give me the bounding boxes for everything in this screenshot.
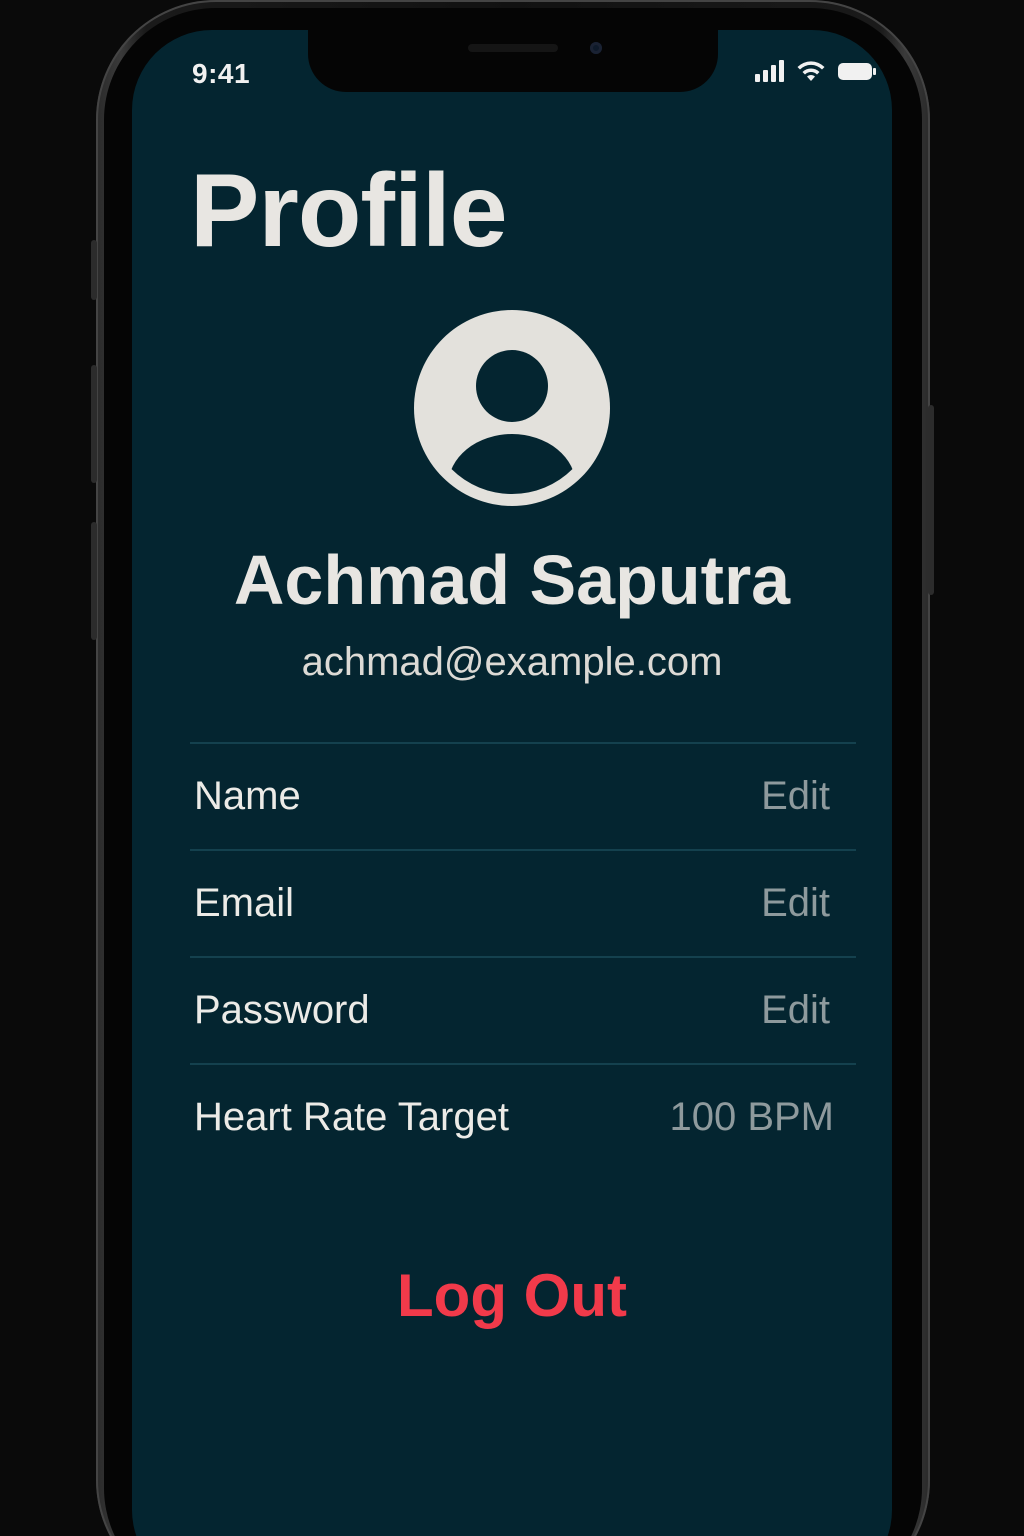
- person-circle-icon[interactable]: [414, 310, 610, 506]
- status-icons: [755, 60, 876, 82]
- page-title: Profile: [190, 153, 508, 269]
- wifi-icon: [797, 61, 825, 81]
- edit-name-button[interactable]: Edit: [761, 774, 856, 819]
- settings-row-email: Email Edit: [190, 849, 856, 956]
- settings-row-heart-rate-target[interactable]: Heart Rate Target 100 BPM: [190, 1063, 856, 1170]
- edit-email-button[interactable]: Edit: [761, 881, 856, 926]
- row-label-password: Password: [194, 988, 370, 1032]
- app-screen: 9:41 Profile Achmad Saputra achmad@examp…: [132, 30, 892, 1536]
- profile-name: Achmad Saputra: [233, 541, 791, 619]
- cellular-signal-icon: [755, 60, 784, 82]
- volume-down-button: [91, 522, 97, 640]
- settings-row-name: Name Edit: [190, 742, 856, 849]
- settings-list: Name Edit Email Edit Password Edit Heart…: [190, 742, 856, 1170]
- heart-rate-target-value: 100 BPM: [669, 1095, 834, 1139]
- battery-icon: [838, 62, 876, 80]
- front-camera: [590, 42, 602, 54]
- profile-email: achmad@example.com: [301, 640, 723, 684]
- volume-up-button: [91, 365, 97, 483]
- edit-password-button[interactable]: Edit: [761, 988, 856, 1033]
- device-stage: 9:41 Profile Achmad Saputra achmad@examp…: [0, 0, 1024, 1536]
- power-button: [928, 405, 934, 595]
- row-label-name: Name: [194, 774, 301, 818]
- speaker-grille: [468, 44, 558, 52]
- notch: [308, 30, 718, 92]
- row-label-heart-rate-target: Heart Rate Target: [194, 1095, 509, 1139]
- settings-row-password: Password Edit: [190, 956, 856, 1063]
- logout-button[interactable]: Log Out: [132, 1260, 892, 1331]
- status-time: 9:41: [192, 58, 251, 89]
- silent-switch: [91, 240, 97, 300]
- row-label-email: Email: [194, 881, 295, 925]
